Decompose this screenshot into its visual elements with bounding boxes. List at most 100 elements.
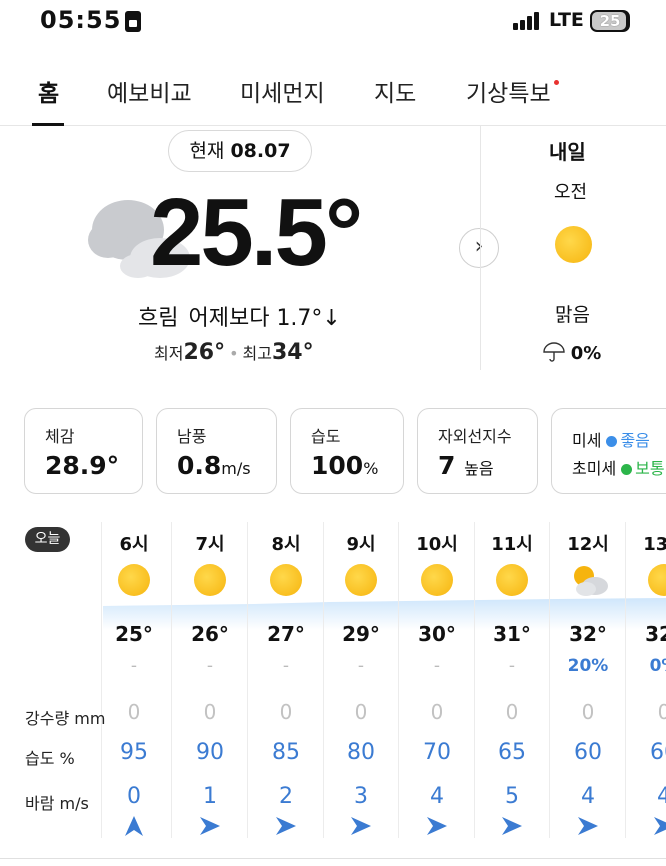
uv-level: 높음 — [464, 459, 494, 478]
sun-icon — [118, 564, 150, 596]
hour-column: 13시 32° 0% 0 60 4 — [626, 522, 666, 842]
wind-card[interactable]: 남풍 0.8m/s — [156, 408, 277, 494]
pm10-status: 좋음 — [620, 431, 650, 450]
feels-like-card[interactable]: 체감 28.9° — [24, 408, 143, 494]
hour-temp: 31° — [493, 622, 531, 646]
sun-icon — [555, 226, 592, 263]
precip-value: 0 — [657, 700, 666, 724]
hour-temp: 29° — [342, 622, 380, 646]
separator-dot: • — [229, 344, 239, 363]
hour-column: 7시 26° - 0 90 1 — [172, 522, 248, 842]
uv-label: 자외선지수 — [438, 427, 512, 446]
min-temp: 26° — [183, 340, 226, 365]
rain-prob: - — [433, 656, 441, 676]
humidity-value: 90 — [196, 740, 224, 765]
tab-home[interactable]: 홈 — [38, 74, 59, 108]
precip-value: 0 — [203, 700, 217, 724]
humidity-value: 60 — [574, 740, 602, 765]
hour-label: 7시 — [195, 534, 225, 555]
hour-temp: 32° — [645, 622, 666, 646]
wind-value: 0.8 — [177, 451, 222, 480]
precip-value: 0 — [430, 700, 444, 724]
tab-weather-alert[interactable]: 기상특보 — [466, 74, 551, 108]
max-label: 최고 — [242, 344, 272, 363]
hour-column: 9시 29° - 0 80 3 — [323, 522, 399, 842]
dust-card[interactable]: 미세 좋음 초미세 보통 — [551, 408, 666, 494]
wind-row-label: 바람 m/s — [25, 794, 89, 813]
wind-arrow-right-icon — [578, 817, 598, 835]
pm10-label: 미세 — [572, 431, 602, 450]
humidity-unit: % — [363, 459, 379, 478]
uv-value: 7 — [438, 451, 456, 480]
wind-value: 2 — [279, 784, 293, 809]
current-date-pill: 현재 08.07 — [168, 130, 312, 172]
precip-row-label: 강수량 mm — [25, 709, 106, 728]
wind-value: 1 — [203, 784, 217, 809]
rain-prob: 0% — [649, 656, 666, 676]
hour-temp: 32° — [569, 622, 607, 646]
wind-value: 0 — [127, 784, 141, 809]
signal-icon — [513, 12, 543, 30]
hour-column: 8시 27° - 0 85 2 — [248, 522, 324, 842]
yesterday-compare: 어제보다 1.7°↓ — [188, 306, 341, 331]
chevron-right-icon[interactable]: › — [459, 228, 499, 268]
humidity-value: 60 — [650, 740, 666, 765]
wind-value: 4 — [657, 784, 666, 809]
divider — [0, 858, 666, 859]
hour-temp: 27° — [267, 622, 305, 646]
tab-forecast-compare[interactable]: 예보비교 — [107, 74, 192, 108]
tab-map[interactable]: 지도 — [374, 74, 416, 108]
feels-like-label: 체감 — [45, 427, 75, 446]
current-date: 08.07 — [230, 140, 291, 162]
hour-temp: 26° — [191, 622, 229, 646]
hour-label: 9시 — [346, 534, 376, 555]
pm25-status: 보통 — [635, 459, 665, 478]
hour-label: 13시 — [643, 534, 666, 555]
pm25-row: 초미세 보통 — [572, 455, 665, 479]
precip-value: 0 — [279, 700, 293, 724]
wind-arrow-right-icon — [200, 817, 220, 835]
weather-summary: 흐림 어제보다 1.7°↓ — [138, 300, 351, 332]
humidity-label: 습도 — [311, 427, 341, 446]
rain-prob: 20% — [567, 656, 609, 676]
uv-card[interactable]: 자외선지수 7 높음 — [417, 408, 538, 494]
humidity-card[interactable]: 습도 100% — [290, 408, 404, 494]
hour-temp: 25° — [115, 622, 153, 646]
hour-label: 12시 — [567, 534, 609, 555]
humidity-value-wrap: 100% — [311, 451, 378, 480]
wind-arrow-right-icon — [351, 817, 371, 835]
wind-value-wrap: 0.8m/s — [177, 451, 251, 480]
max-temp: 34° — [271, 340, 314, 365]
pm10-row: 미세 좋음 — [572, 427, 650, 451]
sun-icon — [421, 564, 453, 596]
rain-prob: - — [282, 656, 290, 676]
min-label: 최저 — [154, 344, 184, 363]
date-label: 현재 — [189, 140, 225, 162]
humidity-value: 80 — [347, 740, 375, 765]
current-temperature: 25.5° — [150, 179, 363, 286]
hour-column: 10시 30° - 0 70 4 — [399, 522, 475, 842]
status-bar: 05:55 LTE 25 — [0, 0, 666, 46]
today-badge: 오늘 — [25, 527, 70, 552]
status-time: 05:55 — [40, 6, 122, 34]
active-tab-indicator — [32, 123, 64, 126]
good-dot-icon — [606, 436, 618, 447]
tomorrow-rain: 0% — [543, 342, 601, 364]
wind-arrow-right-icon — [654, 817, 666, 835]
hour-label: 10시 — [416, 534, 458, 555]
tomorrow-period: 오전 — [554, 182, 588, 203]
divider — [480, 126, 481, 370]
sun-icon — [648, 564, 666, 596]
humidity-value: 65 — [498, 740, 526, 765]
umbrella-icon — [543, 342, 565, 362]
tab-fine-dust[interactable]: 미세먼지 — [240, 74, 325, 108]
wind-unit: m/s — [221, 459, 251, 478]
humidity-value: 70 — [423, 740, 451, 765]
humidity-row-label: 습도 % — [25, 749, 75, 768]
network-type: LTE — [549, 9, 584, 31]
min-max-temps: 최저26° • 최고34° — [154, 340, 314, 365]
sim-card-icon — [125, 11, 141, 32]
precip-value: 0 — [354, 700, 368, 724]
rain-prob: - — [508, 656, 516, 676]
hour-label: 8시 — [271, 534, 301, 555]
